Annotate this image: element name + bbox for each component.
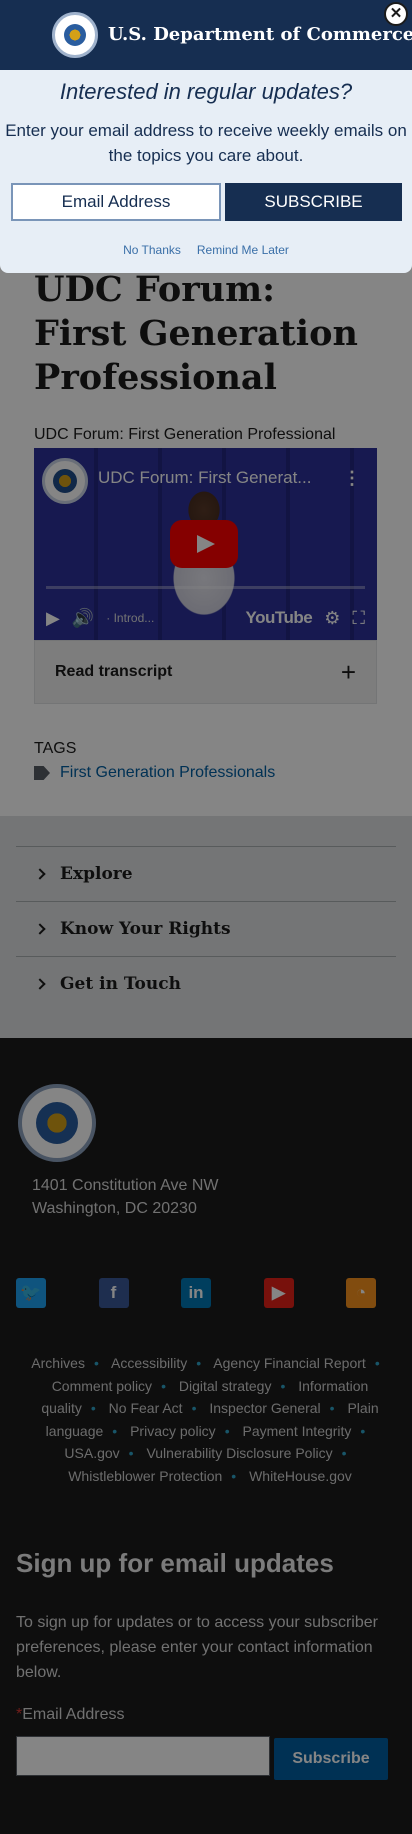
close-icon[interactable]: ✕ bbox=[384, 2, 408, 26]
modal-header: U.S. Department of Commerce bbox=[0, 0, 412, 70]
modal-description: Enter your email address to receive week… bbox=[5, 121, 407, 165]
no-thanks-link[interactable]: No Thanks bbox=[123, 243, 181, 257]
remind-later-link[interactable]: Remind Me Later bbox=[197, 243, 289, 257]
modal-subscribe-button[interactable]: SUBSCRIBE bbox=[225, 183, 402, 221]
modal-heading: Interested in regular updates? bbox=[59, 79, 353, 104]
modal-email-input[interactable]: Email Address bbox=[11, 183, 221, 221]
email-signup-modal: U.S. Department of Commerce ✕ Interested… bbox=[0, 0, 412, 273]
modal-backdrop[interactable] bbox=[0, 0, 412, 1834]
modal-dismiss-links: No Thanks Remind Me Later bbox=[0, 243, 412, 257]
agency-title: U.S. Department of Commerce bbox=[108, 24, 412, 45]
commerce-seal-logo bbox=[52, 12, 98, 58]
